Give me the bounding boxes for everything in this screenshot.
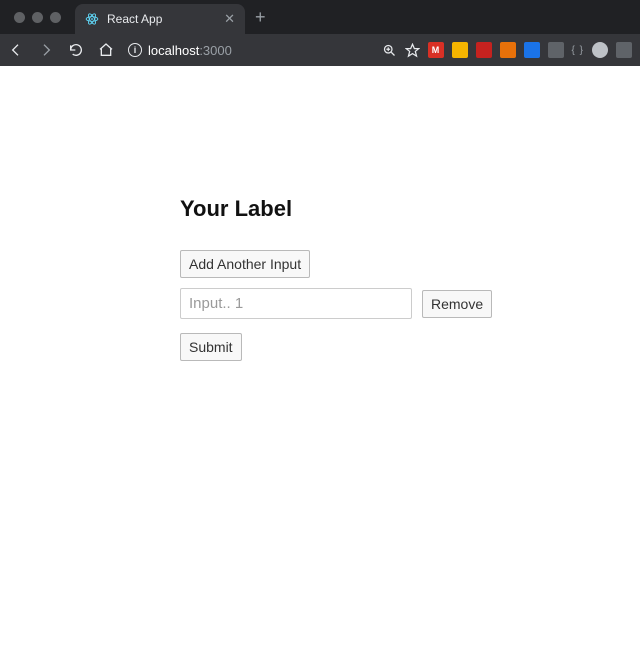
submit-button[interactable]: Submit [180,333,242,361]
url-host: localhost [148,43,199,58]
remove-button[interactable]: Remove [422,290,492,318]
home-icon[interactable] [98,42,114,58]
nav-buttons [8,42,114,58]
back-icon[interactable] [8,42,24,58]
tab-title: React App [107,12,216,26]
devtools-icon[interactable]: { } [572,45,584,56]
window-traffic-lights [14,12,61,23]
forward-icon[interactable] [38,42,54,58]
browser-tab[interactable]: React App ✕ [75,4,245,34]
tab-strip: React App ✕ + [0,0,640,34]
traffic-minimize-icon[interactable] [32,12,43,23]
extension-icon[interactable]: M [428,42,444,58]
traffic-maximize-icon[interactable] [50,12,61,23]
add-input-button[interactable]: Add Another Input [180,250,310,278]
extension-icon[interactable] [476,42,492,58]
extension-icon[interactable] [616,42,632,58]
traffic-close-icon[interactable] [14,12,25,23]
extension-icon[interactable] [548,42,564,58]
site-info-icon[interactable]: i [128,43,142,57]
dynamic-text-input[interactable] [180,288,412,319]
extension-icon[interactable] [452,42,468,58]
star-icon[interactable] [405,43,420,58]
extension-icon[interactable] [500,42,516,58]
browser-toolbar: i localhost:3000 M { } [0,34,640,66]
profile-avatar-icon[interactable] [592,42,608,58]
reload-icon[interactable] [68,42,84,58]
form-container: Your Label Add Another Input Remove Subm… [180,196,600,361]
new-tab-icon[interactable]: + [255,7,266,28]
extension-icon[interactable] [524,42,540,58]
url-port: :3000 [199,43,232,58]
page-title: Your Label [180,196,600,222]
toolbar-right-icons: M { } [382,42,632,58]
submit-row: Submit [180,333,600,361]
zoom-icon[interactable] [382,43,397,58]
input-row: Remove [180,288,600,319]
address-bar[interactable]: i localhost:3000 [128,43,232,58]
react-favicon-icon [85,12,99,26]
browser-chrome: React App ✕ + i localhost:3000 M [0,0,640,66]
url-text: localhost:3000 [148,43,232,58]
page-content: Your Label Add Another Input Remove Subm… [0,196,640,361]
tab-close-icon[interactable]: ✕ [224,11,235,27]
